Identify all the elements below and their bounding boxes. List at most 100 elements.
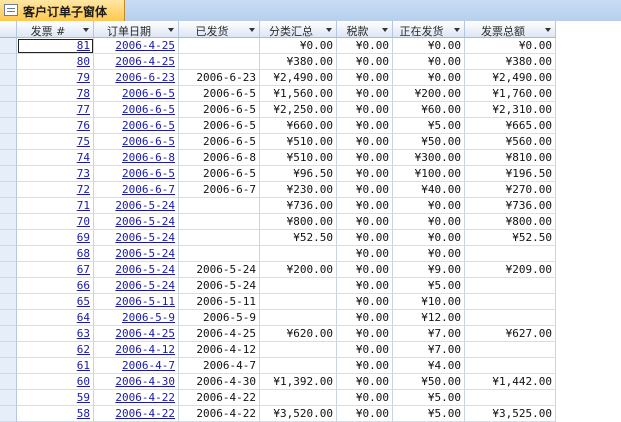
- table-row[interactable]: 81 2006-4-25 ¥0.00 ¥0.00 ¥0.00 ¥0.00: [0, 38, 556, 54]
- cell-shipped-date[interactable]: 2006-6-7: [179, 182, 260, 198]
- form-tab[interactable]: 客户订单子窗体: [0, 0, 125, 21]
- cell-shipped-date[interactable]: 2006-6-5: [179, 166, 260, 182]
- cell-shipped-date[interactable]: 2006-4-22: [179, 390, 260, 406]
- cell-tax[interactable]: ¥0.00: [337, 326, 393, 342]
- cell-shipped-date[interactable]: 2006-5-24: [179, 262, 260, 278]
- cell-tax[interactable]: ¥0.00: [337, 38, 393, 54]
- cell-tax[interactable]: ¥0.00: [337, 246, 393, 262]
- cell-order-date[interactable]: 2006-5-24: [94, 278, 179, 294]
- cell-subtotal[interactable]: ¥1,392.00: [260, 374, 337, 390]
- cell-subtotal[interactable]: [260, 390, 337, 406]
- cell-shipped-date[interactable]: 2006-5-9: [179, 310, 260, 326]
- cell-tax[interactable]: ¥0.00: [337, 182, 393, 198]
- table-row[interactable]: 71 2006-5-24 ¥736.00 ¥0.00 ¥0.00 ¥736.00: [0, 198, 556, 214]
- cell-shipping[interactable]: ¥100.00: [393, 166, 465, 182]
- table-row[interactable]: 80 2006-4-25 ¥380.00 ¥0.00 ¥0.00 ¥380.00: [0, 54, 556, 70]
- cell-order-date[interactable]: 2006-6-5: [94, 118, 179, 134]
- cell-tax[interactable]: ¥0.00: [337, 150, 393, 166]
- cell-tax[interactable]: ¥0.00: [337, 358, 393, 374]
- cell-tax[interactable]: ¥0.00: [337, 374, 393, 390]
- cell-shipped-date[interactable]: 2006-6-5: [179, 118, 260, 134]
- record-selector[interactable]: [0, 198, 17, 214]
- cell-order-date[interactable]: 2006-4-30: [94, 374, 179, 390]
- cell-order-date[interactable]: 2006-5-24: [94, 246, 179, 262]
- table-row[interactable]: 61 2006-4-7 2006-4-7 ¥0.00 ¥4.00: [0, 358, 556, 374]
- column-header-tax[interactable]: 税款: [337, 21, 393, 38]
- cell-tax[interactable]: ¥0.00: [337, 390, 393, 406]
- cell-order-date[interactable]: 2006-5-24: [94, 262, 179, 278]
- table-row[interactable]: 60 2006-4-30 2006-4-30 ¥1,392.00 ¥0.00 ¥50.00…: [0, 374, 556, 390]
- cell-subtotal[interactable]: [260, 278, 337, 294]
- cell-subtotal[interactable]: ¥510.00: [260, 134, 337, 150]
- cell-invoice-number[interactable]: 74: [17, 150, 94, 166]
- cell-tax[interactable]: ¥0.00: [337, 342, 393, 358]
- cell-shipped-date[interactable]: [179, 38, 260, 54]
- cell-tax[interactable]: ¥0.00: [337, 86, 393, 102]
- cell-shipped-date[interactable]: 2006-6-5: [179, 102, 260, 118]
- cell-shipped-date[interactable]: 2006-6-23: [179, 70, 260, 86]
- cell-shipped-date[interactable]: 2006-4-12: [179, 342, 260, 358]
- column-header-subtotal[interactable]: 分类汇总: [260, 21, 337, 38]
- table-row[interactable]: 70 2006-5-24 ¥800.00 ¥0.00 ¥0.00 ¥800.00: [0, 214, 556, 230]
- cell-tax[interactable]: ¥0.00: [337, 118, 393, 134]
- cell-shipped-date[interactable]: [179, 198, 260, 214]
- cell-subtotal[interactable]: ¥736.00: [260, 198, 337, 214]
- column-header-invoice-number[interactable]: 发票 #: [17, 21, 94, 38]
- cell-shipping[interactable]: ¥0.00: [393, 70, 465, 86]
- record-selector[interactable]: [0, 150, 17, 166]
- cell-invoice-total[interactable]: [465, 358, 556, 374]
- cell-invoice-total[interactable]: ¥560.00: [465, 134, 556, 150]
- select-all-corner[interactable]: [0, 21, 17, 38]
- cell-subtotal[interactable]: [260, 358, 337, 374]
- cell-subtotal[interactable]: ¥1,560.00: [260, 86, 337, 102]
- record-selector[interactable]: [0, 38, 17, 54]
- cell-order-date[interactable]: 2006-6-5: [94, 86, 179, 102]
- filter-dropdown-icon[interactable]: [454, 28, 460, 32]
- cell-order-date[interactable]: 2006-5-9: [94, 310, 179, 326]
- cell-tax[interactable]: ¥0.00: [337, 262, 393, 278]
- cell-order-date[interactable]: 2006-5-24: [94, 214, 179, 230]
- cell-shipped-date[interactable]: [179, 214, 260, 230]
- record-selector[interactable]: [0, 390, 17, 406]
- cell-invoice-number[interactable]: 64: [17, 310, 94, 326]
- column-header-order-date[interactable]: 订单日期: [94, 21, 179, 38]
- table-row[interactable]: 74 2006-6-8 2006-6-8 ¥510.00 ¥0.00 ¥300.00 ¥81…: [0, 150, 556, 166]
- table-row[interactable]: 73 2006-6-5 2006-6-5 ¥96.50 ¥0.00 ¥100.00 ¥196…: [0, 166, 556, 182]
- cell-invoice-number[interactable]: 73: [17, 166, 94, 182]
- cell-shipped-date[interactable]: 2006-4-22: [179, 406, 260, 422]
- cell-invoice-number[interactable]: 76: [17, 118, 94, 134]
- cell-invoice-number[interactable]: 59: [17, 390, 94, 406]
- cell-invoice-total[interactable]: ¥2,490.00: [465, 70, 556, 86]
- cell-invoice-total[interactable]: ¥665.00: [465, 118, 556, 134]
- cell-shipping[interactable]: ¥7.00: [393, 342, 465, 358]
- cell-shipping[interactable]: ¥0.00: [393, 54, 465, 70]
- cell-tax[interactable]: ¥0.00: [337, 102, 393, 118]
- cell-subtotal[interactable]: ¥380.00: [260, 54, 337, 70]
- table-row[interactable]: 79 2006-6-23 2006-6-23 ¥2,490.00 ¥0.00 ¥0.00 ¥…: [0, 70, 556, 86]
- cell-subtotal[interactable]: ¥200.00: [260, 262, 337, 278]
- record-selector[interactable]: [0, 358, 17, 374]
- cell-tax[interactable]: ¥0.00: [337, 54, 393, 70]
- cell-shipped-date[interactable]: 2006-6-5: [179, 134, 260, 150]
- cell-invoice-total[interactable]: [465, 310, 556, 326]
- cell-shipping[interactable]: ¥0.00: [393, 198, 465, 214]
- cell-invoice-total[interactable]: ¥196.50: [465, 166, 556, 182]
- cell-order-date[interactable]: 2006-5-24: [94, 198, 179, 214]
- record-selector[interactable]: [0, 230, 17, 246]
- cell-invoice-total[interactable]: ¥627.00: [465, 326, 556, 342]
- cell-shipping[interactable]: ¥5.00: [393, 118, 465, 134]
- cell-subtotal[interactable]: [260, 342, 337, 358]
- cell-shipped-date[interactable]: [179, 54, 260, 70]
- column-header-invoice-total[interactable]: 发票总额: [465, 21, 556, 38]
- cell-invoice-number[interactable]: 58: [17, 406, 94, 422]
- cell-shipping[interactable]: ¥5.00: [393, 406, 465, 422]
- cell-tax[interactable]: ¥0.00: [337, 294, 393, 310]
- record-selector[interactable]: [0, 278, 17, 294]
- filter-dropdown-icon[interactable]: [168, 28, 174, 32]
- cell-subtotal[interactable]: ¥510.00: [260, 150, 337, 166]
- cell-invoice-total[interactable]: [465, 390, 556, 406]
- cell-invoice-number[interactable]: 81: [17, 38, 94, 54]
- cell-shipped-date[interactable]: 2006-6-5: [179, 86, 260, 102]
- cell-tax[interactable]: ¥0.00: [337, 134, 393, 150]
- cell-shipping[interactable]: ¥50.00: [393, 134, 465, 150]
